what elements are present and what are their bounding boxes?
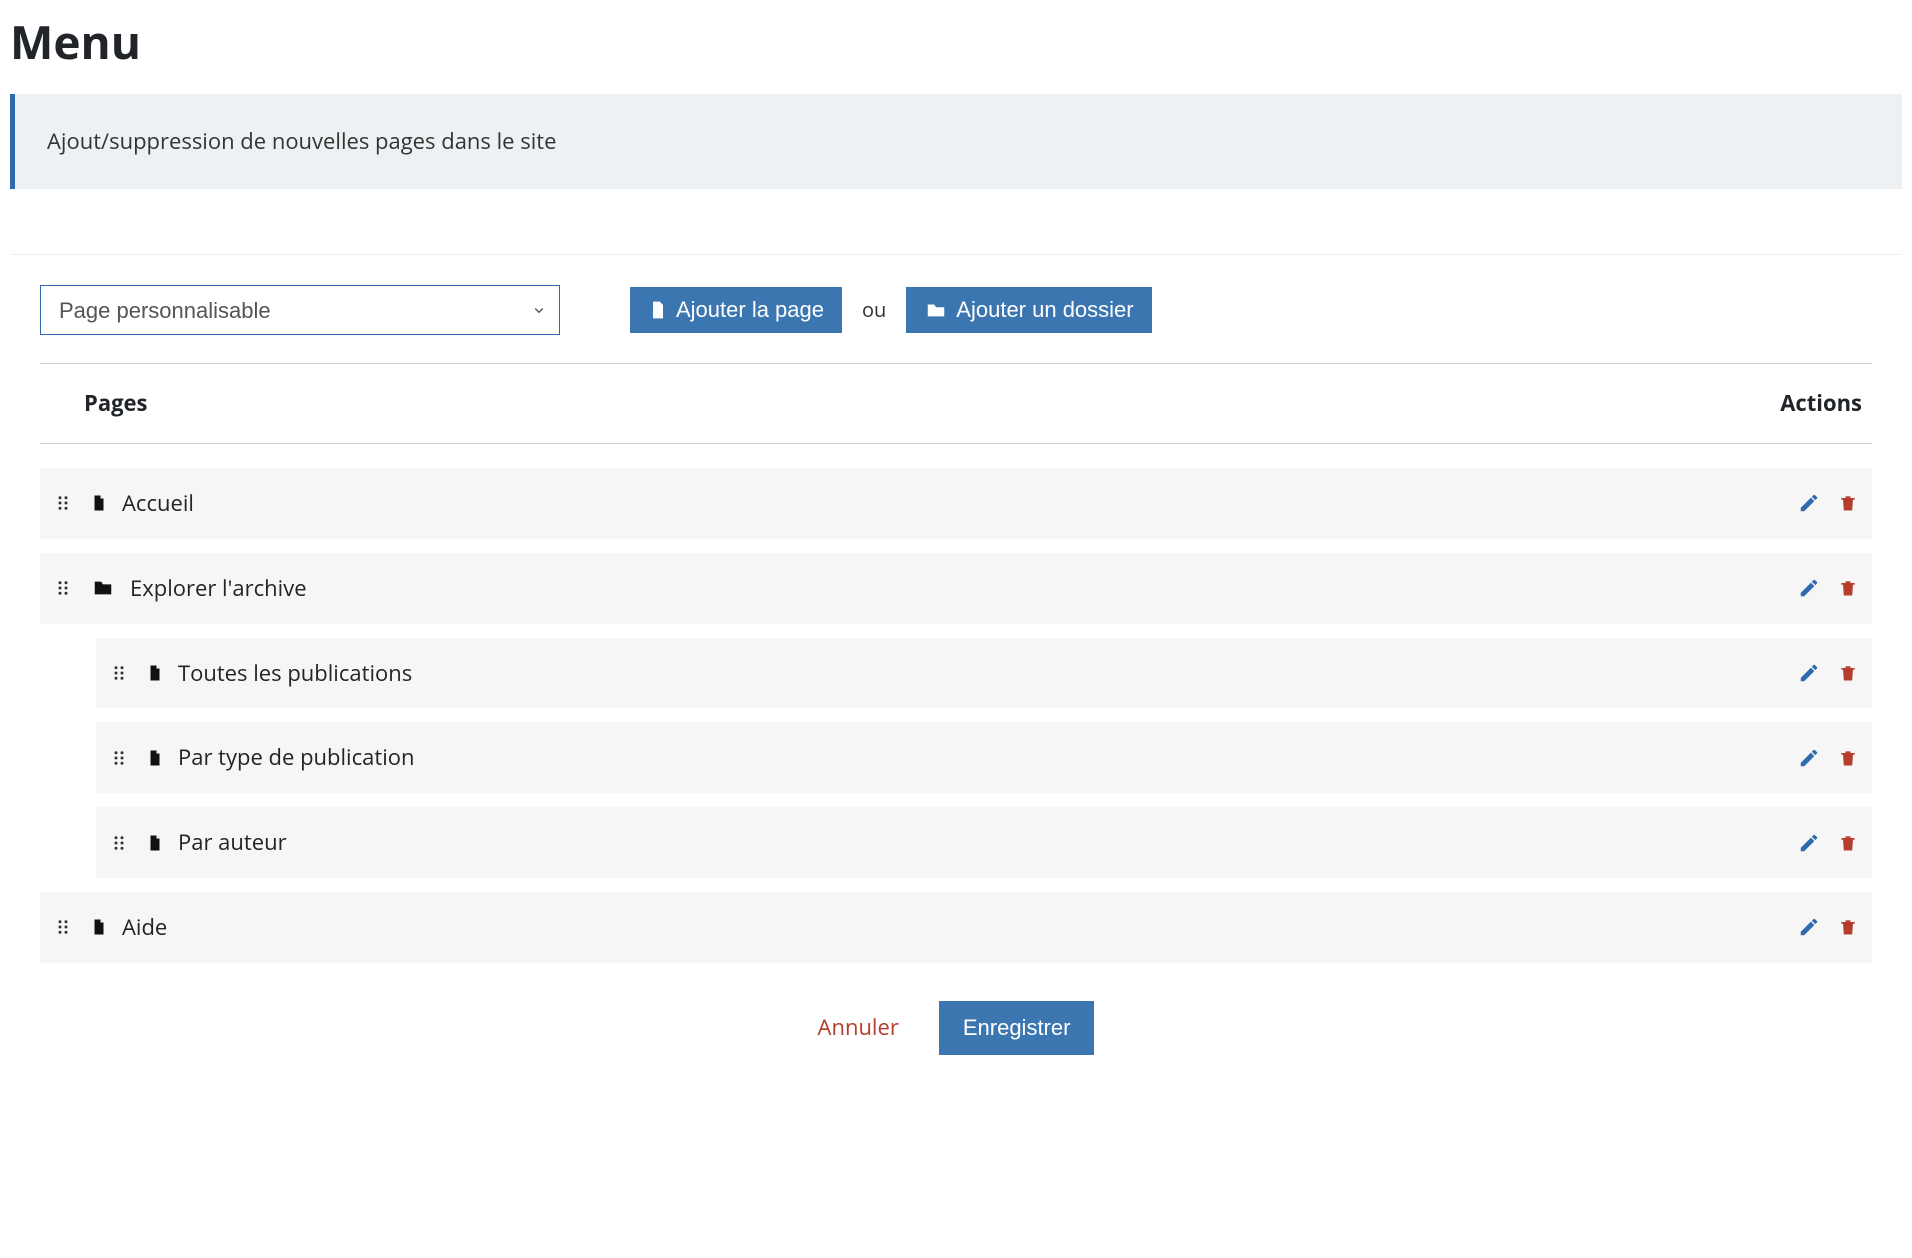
file-icon — [146, 832, 164, 854]
col-actions-header: Actions — [1780, 388, 1862, 419]
file-icon — [146, 747, 164, 769]
trash-icon — [1838, 832, 1858, 854]
drag-handle-icon[interactable] — [110, 832, 128, 854]
add-page-label: Ajouter la page — [676, 297, 824, 323]
delete-button[interactable] — [1838, 577, 1858, 599]
add-page-button[interactable]: Ajouter la page — [630, 287, 842, 333]
add-folder-label: Ajouter un dossier — [956, 297, 1133, 323]
row-label: Accueil — [122, 488, 1798, 519]
edit-button[interactable] — [1798, 662, 1820, 684]
edit-button[interactable] — [1798, 832, 1820, 854]
file-icon — [648, 299, 668, 321]
toolbar: Page personnalisable Ajouter la page ou … — [40, 285, 1872, 364]
file-icon — [90, 916, 108, 938]
drag-handle-icon[interactable] — [110, 662, 128, 684]
row-label: Aide — [122, 912, 1798, 943]
row-actions — [1798, 747, 1858, 769]
cancel-link[interactable]: Annuler — [818, 1012, 899, 1043]
edit-button[interactable] — [1798, 747, 1820, 769]
menu-row: Par type de publication — [96, 722, 1872, 793]
delete-button[interactable] — [1838, 662, 1858, 684]
file-icon — [90, 492, 108, 514]
drag-handle-icon[interactable] — [54, 916, 72, 938]
file-icon — [146, 662, 164, 684]
page-title: Menu — [10, 10, 1902, 74]
trash-icon — [1838, 662, 1858, 684]
row-label: Par auteur — [178, 827, 1798, 858]
pencil-icon — [1798, 577, 1820, 599]
drag-handle-icon[interactable] — [54, 577, 72, 599]
row-label: Par type de publication — [178, 742, 1798, 773]
info-banner: Ajout/suppression de nouvelles pages dan… — [10, 94, 1902, 189]
edit-button[interactable] — [1798, 492, 1820, 514]
menu-row: Toutes les publications — [96, 638, 1872, 709]
row-label: Toutes les publications — [178, 658, 1798, 689]
table-header: Pages Actions — [40, 364, 1872, 444]
footer: Annuler Enregistrer — [40, 977, 1872, 1065]
folder-icon — [924, 299, 948, 321]
or-label: ou — [862, 296, 886, 324]
drag-handle-icon[interactable] — [110, 747, 128, 769]
menu-row: Explorer l'archive — [40, 553, 1872, 624]
drag-handle-icon[interactable] — [54, 492, 72, 514]
pencil-icon — [1798, 662, 1820, 684]
row-actions — [1798, 492, 1858, 514]
menu-row: Aide — [40, 892, 1872, 963]
menu-row: Accueil — [40, 468, 1872, 539]
delete-button[interactable] — [1838, 747, 1858, 769]
info-banner-text: Ajout/suppression de nouvelles pages dan… — [47, 126, 556, 156]
row-actions — [1798, 916, 1858, 938]
page-type-select-wrap: Page personnalisable — [40, 285, 560, 335]
add-folder-button[interactable]: Ajouter un dossier — [906, 287, 1151, 333]
pencil-icon — [1798, 916, 1820, 938]
rows-container: Accueil Explorer l'archive Toutes les publ… — [40, 468, 1872, 963]
col-pages-header: Pages — [84, 388, 147, 419]
edit-button[interactable] — [1798, 916, 1820, 938]
pencil-icon — [1798, 747, 1820, 769]
pencil-icon — [1798, 492, 1820, 514]
row-label: Explorer l'archive — [130, 573, 1798, 604]
delete-button[interactable] — [1838, 492, 1858, 514]
trash-icon — [1838, 747, 1858, 769]
edit-button[interactable] — [1798, 577, 1820, 599]
menu-row: Par auteur — [96, 807, 1872, 878]
delete-button[interactable] — [1838, 916, 1858, 938]
menu-panel: Page personnalisable Ajouter la page ou … — [10, 254, 1902, 1075]
trash-icon — [1838, 916, 1858, 938]
row-actions — [1798, 832, 1858, 854]
trash-icon — [1838, 577, 1858, 599]
row-actions — [1798, 577, 1858, 599]
page-type-select[interactable]: Page personnalisable — [40, 285, 560, 335]
pencil-icon — [1798, 832, 1820, 854]
save-button[interactable]: Enregistrer — [939, 1001, 1095, 1055]
row-actions — [1798, 662, 1858, 684]
folder-icon — [90, 577, 116, 599]
delete-button[interactable] — [1838, 832, 1858, 854]
trash-icon — [1838, 492, 1858, 514]
